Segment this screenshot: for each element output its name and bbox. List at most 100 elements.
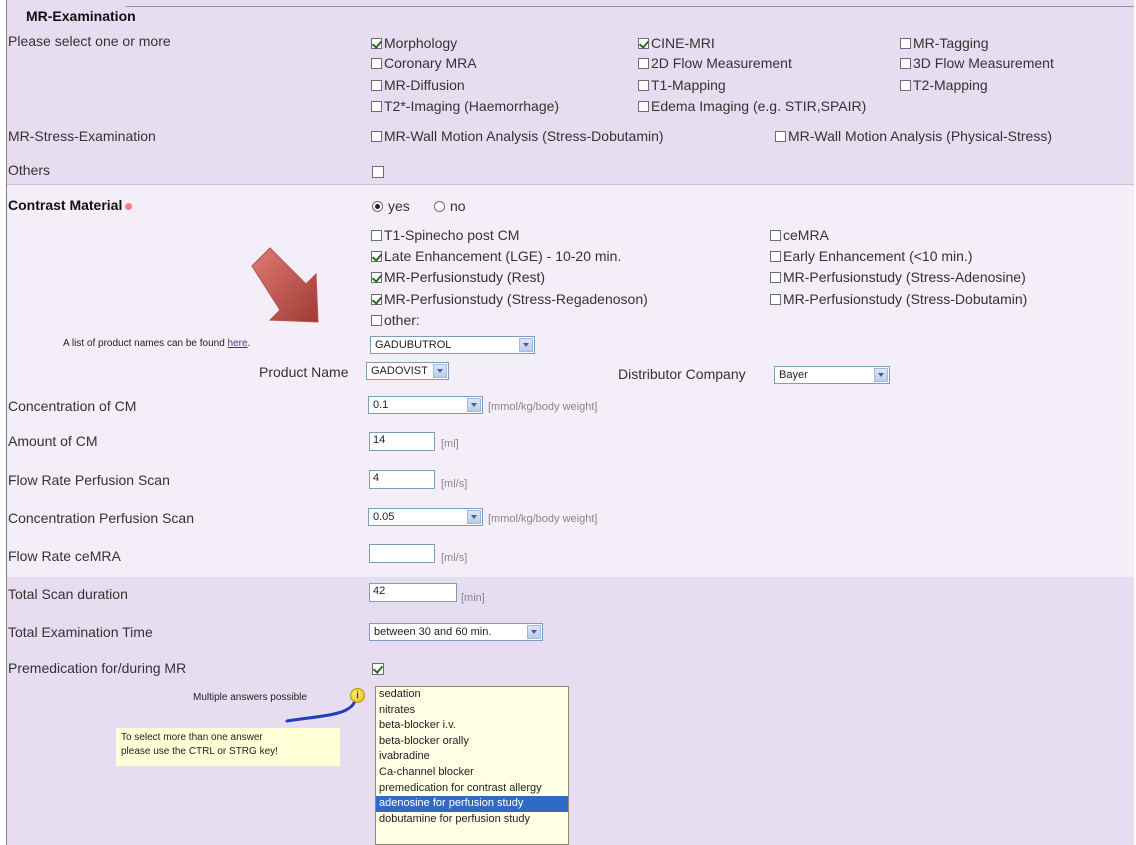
option-perfusion-dobutamin[interactable]: MR-Perfusionstudy (Stress-Dobutamin) [770,291,1027,307]
exam-label: Please select one or more [8,33,171,49]
option-edema-imaging[interactable]: Edema Imaging (e.g. STIR,SPAIR) [638,98,866,114]
checkbox[interactable] [900,79,911,91]
checkbox[interactable] [371,130,382,142]
flow-cemra-input[interactable] [369,544,435,563]
chevron-down-icon[interactable] [874,368,888,382]
option-t1-mapping[interactable]: T1-Mapping [638,77,726,93]
radio-yes[interactable]: yes [372,198,410,214]
checkbox[interactable] [371,250,382,262]
premedication-checkbox[interactable] [372,662,386,680]
annotation-line [285,701,356,723]
contrast-label: Contrast Material [8,197,133,213]
scan-duration-unit: [min] [461,592,485,604]
option-coronary-mra[interactable]: Coronary MRA [371,55,477,71]
option-morphology[interactable]: Morphology [371,35,457,51]
list-item[interactable]: Ca-channel blocker [376,765,568,781]
radio-button[interactable] [434,200,445,212]
flow-perfusion-input[interactable]: 4 [369,470,435,489]
others-checkbox[interactable] [372,165,386,183]
checkbox[interactable] [371,314,382,326]
list-item[interactable]: ivabradine [376,749,568,765]
checkbox[interactable] [900,57,911,69]
checkbox[interactable] [372,166,384,178]
product-list-link[interactable]: here [228,338,248,349]
exam-time-select[interactable]: between 30 and 60 min. [369,623,543,641]
required-marker [125,203,133,210]
option-3d-flow[interactable]: 3D Flow Measurement [900,55,1054,71]
option-mr-diffusion[interactable]: MR-Diffusion [371,77,465,93]
option-t2-mapping[interactable]: T2-Mapping [900,77,988,93]
option-t1-spinecho[interactable]: T1-Spinecho post CM [371,227,519,243]
flow-cemra-unit: [ml/s] [441,552,468,564]
amount-cm-unit: [ml] [441,438,459,450]
option-late-enhancement[interactable]: Late Enhancement (LGE) - 10-20 min. [371,248,621,264]
checkbox[interactable] [638,37,649,49]
checkbox[interactable] [371,79,382,91]
distributor-label: Distributor Company [618,366,746,382]
checkbox[interactable] [900,37,911,49]
checkbox[interactable] [775,130,786,142]
option-mr-tagging[interactable]: MR-Tagging [900,35,988,51]
option-other[interactable]: other: [371,312,420,328]
option-perfusion-adenosine[interactable]: MR-Perfusionstudy (Stress-Adenosine) [770,269,1026,285]
stress-label: MR-Stress-Examination [8,128,156,144]
checkbox[interactable] [638,100,649,112]
substance-select[interactable]: GADUBUTROL [370,336,535,354]
option-cine-mri[interactable]: CINE-MRI [638,35,715,51]
checkbox[interactable] [638,79,649,91]
checkbox[interactable] [372,663,384,675]
checkbox[interactable] [371,100,382,112]
checkbox[interactable] [371,271,382,283]
product-hint: A list of product names can be found her… [63,338,251,349]
option-physical-stress[interactable]: MR-Wall Motion Analysis (Physical-Stress… [775,128,1052,144]
chevron-down-icon[interactable] [519,338,533,352]
list-item[interactable]: dobutamine for perfusion study [376,812,568,828]
checkbox[interactable] [770,271,781,283]
concentration-cm-select[interactable]: 0.1 [368,396,483,414]
option-perfusion-regadenoson[interactable]: MR-Perfusionstudy (Stress-Regadenoson) [371,291,648,307]
amount-cm-input[interactable]: 14 [369,432,435,451]
checkbox[interactable] [371,37,382,49]
checkbox[interactable] [770,250,781,262]
list-item[interactable]: beta-blocker i.v. [376,718,568,734]
checkbox[interactable] [770,293,781,305]
option-perfusion-rest[interactable]: MR-Perfusionstudy (Rest) [371,269,545,285]
chevron-down-icon[interactable] [527,625,541,639]
checkbox[interactable] [770,229,781,241]
checkbox[interactable] [371,293,382,305]
option-2d-flow[interactable]: 2D Flow Measurement [638,55,792,71]
product-name-label: Product Name [259,364,349,380]
distributor-select[interactable]: Bayer [774,366,890,384]
others-label: Others [8,162,51,178]
list-item-selected[interactable]: adenosine for perfusion study [376,796,568,812]
checkbox[interactable] [638,57,649,69]
concentration-cm-unit: [mmol/kg/body weight] [488,401,598,413]
chevron-down-icon[interactable] [467,510,481,524]
red-arrow-icon [251,247,319,323]
list-item[interactable]: nitrates [376,703,568,719]
option-cemra[interactable]: ceMRA [770,227,829,243]
checkbox[interactable] [371,229,382,241]
amount-cm-label: Amount of CM [8,433,98,449]
list-item[interactable]: sedation [376,687,568,703]
chevron-down-icon[interactable] [467,398,481,412]
radio-no[interactable]: no [434,198,466,214]
option-early-enhancement[interactable]: Early Enhancement (<10 min.) [770,248,972,264]
chevron-down-icon[interactable] [433,364,447,378]
tooltip: To select more than one answer please us… [116,728,340,766]
form-frame [6,0,1135,845]
premedication-listbox[interactable]: sedation nitrates beta-blocker i.v. beta… [375,686,569,845]
option-t2star-imaging[interactable]: T2*-Imaging (Haemorrhage) [371,98,559,114]
product-name-select[interactable]: GADOVIST [366,362,449,380]
fieldset-border [126,6,1134,7]
conc-perfusion-unit: [mmol/kg/body weight] [488,513,598,525]
list-item[interactable]: beta-blocker orally [376,734,568,750]
flow-perfusion-label: Flow Rate Perfusion Scan [8,472,170,488]
scan-duration-input[interactable]: 42 [369,583,457,602]
radio-button[interactable] [372,200,383,212]
option-stress-dobutamin[interactable]: MR-Wall Motion Analysis (Stress-Dobutami… [371,128,664,144]
conc-perfusion-select[interactable]: 0.05 [368,508,483,526]
checkbox[interactable] [371,57,382,69]
list-item[interactable]: premedication for contrast allergy [376,781,568,797]
concentration-cm-label: Concentration of CM [8,398,137,414]
